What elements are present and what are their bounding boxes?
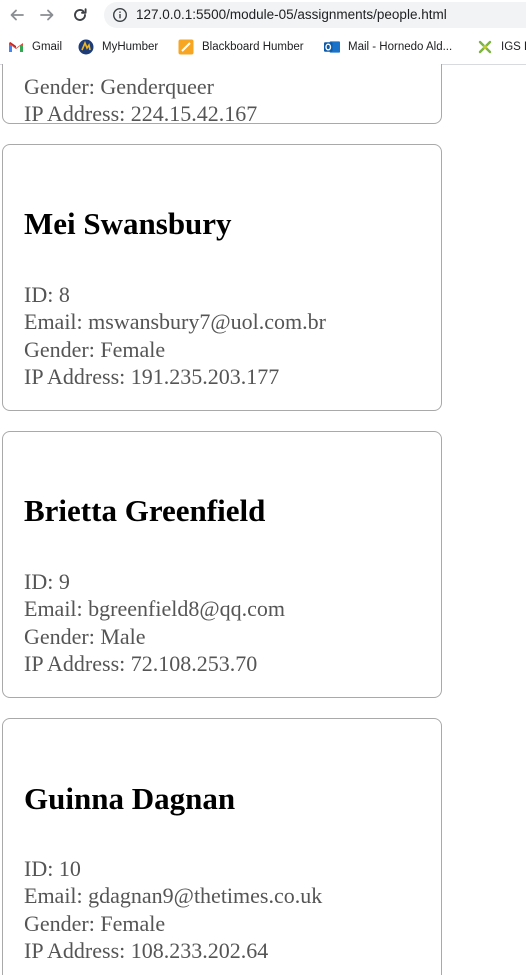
- bookmark-label: Gmail: [32, 41, 63, 53]
- person-ip: IP Address: 191.235.203.177: [24, 363, 280, 389]
- person-details: ID: 8 Email: mswansbury7@uol.com.br Gend…: [24, 281, 326, 390]
- person-ip: IP Address: 72.108.253.70: [24, 650, 258, 676]
- person-gender: Gender: Female: [24, 336, 166, 362]
- bookmarks-bar: Gmail MyHumber Blackboard Humber Mail - …: [0, 30, 526, 65]
- person-email: Email: bgreenfield8@qq.com: [24, 596, 285, 622]
- reload-button[interactable]: [69, 4, 91, 26]
- person-name: Brietta Greenfield: [24, 493, 266, 528]
- browser-chrome: 127.0.0.1:5500/module-05/assignments/peo…: [0, 0, 526, 65]
- gmail-icon: [8, 39, 24, 55]
- person-ip: IP Address: 224.15.42.167: [24, 101, 258, 127]
- person-gender: Gender: Genderqueer: [24, 74, 214, 99]
- bookmark-label: Mail - Hornedo Ald...: [348, 41, 453, 53]
- myhumber-icon: [78, 39, 94, 55]
- browser-toolbar: 127.0.0.1:5500/module-05/assignments/peo…: [0, 0, 526, 30]
- person-email: Email: gdagnan9@thetimes.co.uk: [24, 883, 323, 909]
- person-card: Mei Swansbury ID: 8 Email: mswansbury7@u…: [2, 144, 442, 411]
- person-card: Guinna Dagnan ID: 10 Email: gdagnan9@the…: [2, 718, 442, 975]
- bookmark-gmail[interactable]: Gmail: [8, 38, 62, 56]
- person-details: Gender: Genderqueer IP Address: 224.15.4…: [24, 73, 257, 128]
- reload-icon: [74, 8, 87, 21]
- address-bar[interactable]: 127.0.0.1:5500/module-05/assignments/peo…: [104, 2, 526, 28]
- person-id: ID: 8: [24, 282, 70, 307]
- person-email: Email: mswansbury7@uol.com.br: [24, 309, 326, 335]
- forward-button[interactable]: [36, 4, 58, 26]
- blackboard-icon: [178, 39, 194, 55]
- bookmark-mail[interactable]: Mail - Hornedo Ald...: [324, 38, 452, 56]
- person-ip: IP Address: 108.233.202.64: [24, 937, 269, 963]
- bookmark-label: IGS P: [501, 41, 526, 53]
- person-card: Brietta Greenfield ID: 9 Email: bgreenfi…: [2, 431, 442, 698]
- bookmark-label: MyHumber: [102, 41, 159, 53]
- igs-icon: [477, 39, 493, 55]
- bookmark-label: Blackboard Humber: [202, 41, 304, 53]
- bookmark-igs[interactable]: IGS P: [477, 38, 526, 56]
- person-details: ID: 9 Email: bgreenfield8@qq.com Gender:…: [24, 568, 285, 677]
- person-id: ID: 9: [24, 569, 70, 594]
- bookmark-blackboard[interactable]: Blackboard Humber: [178, 38, 304, 56]
- person-gender: Gender: Female: [24, 910, 166, 936]
- person-gender: Gender: Male: [24, 623, 146, 649]
- forward-arrow-icon: [40, 9, 54, 21]
- outlook-icon: [324, 39, 340, 55]
- person-name: Mei Swansbury: [24, 206, 232, 241]
- person-card: Gender: Genderqueer IP Address: 224.15.4…: [2, 64, 442, 126]
- back-arrow-icon: [10, 9, 24, 21]
- url-text: 127.0.0.1:5500/module-05/assignments/peo…: [136, 7, 447, 22]
- site-info-icon[interactable]: [112, 7, 128, 28]
- bookmark-myhumber[interactable]: MyHumber: [78, 38, 158, 56]
- person-id: ID: 10: [24, 856, 81, 881]
- person-name: Guinna Dagnan: [24, 781, 236, 816]
- people-page: Gender: Genderqueer IP Address: 224.15.4…: [0, 64, 526, 975]
- back-button[interactable]: [6, 4, 28, 26]
- person-details: ID: 10 Email: gdagnan9@thetimes.co.uk Ge…: [24, 855, 322, 964]
